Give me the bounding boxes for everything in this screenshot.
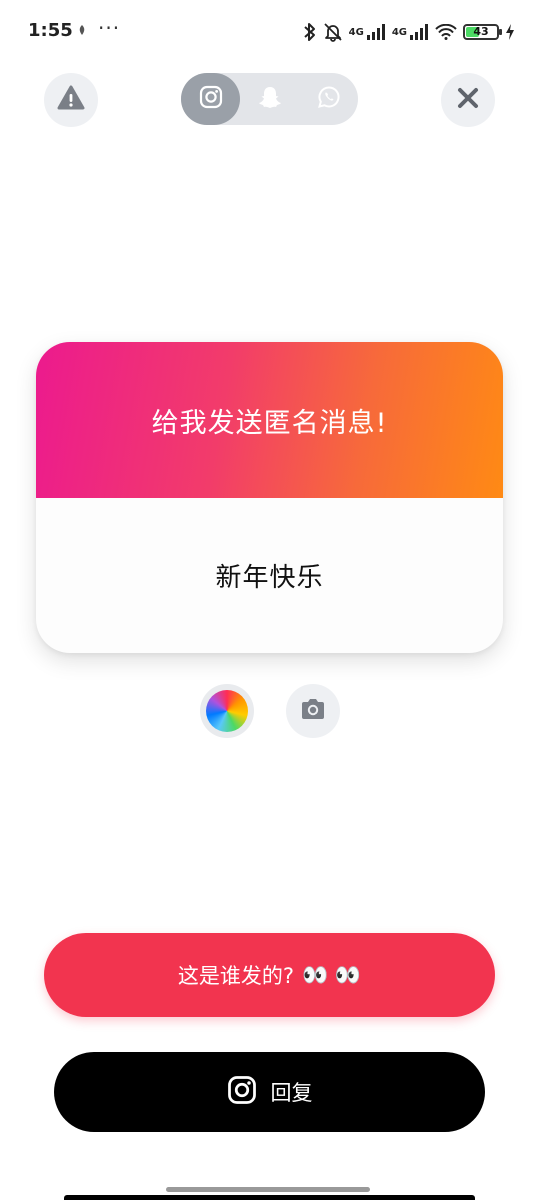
instagram-icon bbox=[227, 1075, 257, 1110]
network-label-1: 4G bbox=[348, 26, 364, 38]
instagram-icon bbox=[199, 85, 223, 113]
warning-icon bbox=[57, 85, 85, 115]
status-dots: ··· bbox=[98, 16, 121, 40]
card-message: 新年快乐 bbox=[215, 563, 324, 593]
report-button[interactable] bbox=[44, 73, 98, 127]
who-sent-label: 这是谁发的? bbox=[177, 964, 295, 988]
card-title: 给我发送匿名消息! bbox=[151, 407, 388, 439]
status-icons: 4G 4G 43 bbox=[303, 18, 515, 46]
signal-icon-2 bbox=[409, 24, 429, 40]
bluetooth-icon bbox=[303, 22, 317, 42]
camera-button[interactable] bbox=[286, 684, 340, 738]
network-label-2: 4G bbox=[391, 26, 407, 38]
eyes-emoji: 👀 👀 bbox=[302, 962, 362, 987]
platform-instagram-tab[interactable] bbox=[181, 73, 240, 125]
platform-snapchat-tab[interactable] bbox=[240, 73, 299, 125]
platform-whatsapp-tab[interactable] bbox=[299, 73, 358, 125]
status-bar: 1:55 ··· 4G 4G 43 bbox=[0, 0, 539, 64]
battery-level: 43 bbox=[473, 25, 489, 38]
close-icon bbox=[456, 86, 480, 114]
wifi-icon bbox=[435, 24, 457, 40]
home-indicator[interactable] bbox=[166, 1187, 370, 1192]
status-time: 1:55 bbox=[28, 20, 73, 41]
close-button[interactable] bbox=[441, 73, 495, 127]
notification-icon bbox=[77, 24, 87, 39]
color-wheel-icon bbox=[206, 690, 248, 732]
snapchat-icon bbox=[257, 85, 283, 113]
color-picker-button[interactable] bbox=[200, 684, 254, 738]
whatsapp-icon bbox=[317, 85, 341, 113]
battery-icon: 43 bbox=[463, 24, 502, 40]
bottom-edge bbox=[64, 1195, 475, 1200]
card-header: 给我发送匿名消息! bbox=[36, 342, 503, 498]
platform-switcher bbox=[181, 73, 358, 125]
message-card: 给我发送匿名消息! 新年快乐 bbox=[36, 342, 503, 653]
reply-label: 回复 bbox=[270, 1081, 313, 1105]
reply-button[interactable]: 回复 bbox=[54, 1052, 485, 1132]
charging-icon bbox=[505, 24, 515, 40]
signal-icon-1 bbox=[366, 24, 386, 40]
camera-icon bbox=[299, 697, 327, 725]
screen: 1:55 ··· 4G 4G 43 给我发送匿名消息! 新年快乐 这是谁发的? … bbox=[0, 0, 539, 1200]
card-body: 新年快乐 bbox=[36, 498, 503, 653]
who-sent-button[interactable]: 这是谁发的? 👀 👀 bbox=[44, 933, 495, 1017]
mute-bell-icon bbox=[323, 22, 343, 42]
